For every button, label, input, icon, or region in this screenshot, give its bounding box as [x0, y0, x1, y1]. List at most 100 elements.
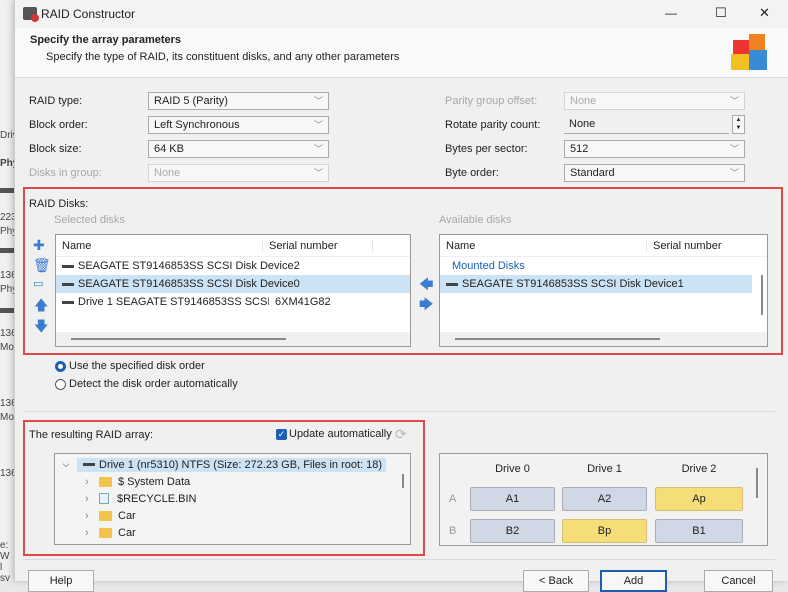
bg-text: Phys — [0, 158, 14, 169]
disk-icon — [446, 282, 458, 286]
radio-specified-order[interactable]: Use the specified disk order — [55, 360, 205, 372]
list-item[interactable]: SEAGATE ST9146853SS SCSI Disk Device2 — [56, 257, 410, 275]
tree-item-label: $ System Data — [118, 475, 191, 488]
chevron-down-icon: ﹀ — [313, 144, 323, 154]
bg-text: 136 — [0, 270, 14, 281]
parity-group-offset-select[interactable]: None ﹀ — [564, 92, 745, 110]
chevron-down-icon[interactable]: ⌵ — [55, 459, 77, 470]
horizontal-scrollbar[interactable] — [440, 332, 767, 346]
chevron-right-icon[interactable]: › — [85, 493, 99, 505]
add-button[interactable]: Add — [600, 570, 667, 592]
folder-icon — [99, 527, 112, 538]
window-title: RAID Constructor — [41, 7, 136, 21]
group-mounted-disks: Mounted Disks — [452, 260, 525, 272]
help-button[interactable]: Help — [28, 570, 94, 592]
divider — [23, 559, 775, 560]
close-button[interactable]: ✕ — [759, 5, 770, 21]
minimize-button[interactable]: — — [665, 6, 677, 20]
checkbox-label: Update automatically — [289, 428, 392, 440]
block-order-select[interactable]: Left Synchronous ﹀ — [148, 116, 329, 134]
list-item[interactable]: SEAGATE ST9146853SS SCSI Disk Device0 — [56, 275, 410, 293]
selected-disks-list[interactable]: Name Serial number SEAGATE ST9146853SS S… — [55, 234, 411, 347]
back-button[interactable]: < Back — [523, 570, 589, 592]
refresh-icon[interactable]: ⟳ — [395, 426, 407, 443]
block-cell: B1 — [655, 519, 743, 543]
bytes-per-sector-select[interactable]: 512 ﹀ — [564, 140, 745, 158]
rotate-parity-count-input[interactable]: None — [564, 116, 729, 134]
radio-unchecked-icon — [55, 378, 66, 390]
bytes-per-sector-value: 512 — [570, 143, 589, 155]
tree-item[interactable]: › $RECYCLE.BIN — [55, 490, 410, 507]
chevron-down-icon: ﹀ — [729, 168, 739, 178]
block-size-select[interactable]: 64 KB ﹀ — [148, 140, 329, 158]
cancel-button[interactable]: Cancel — [704, 570, 773, 592]
raid-layout-grid: Drive 0 Drive 1 Drive 2 A A1 A2 Ap B B2 … — [439, 453, 768, 546]
chevron-right-icon[interactable]: › — [85, 527, 99, 539]
parity-group-offset-value: None — [570, 95, 597, 107]
bg-text: 223 — [0, 212, 14, 223]
bg-text: Mo — [0, 342, 14, 353]
recycle-bin-icon — [99, 493, 109, 504]
block-cell: A1 — [470, 487, 555, 511]
column-serial[interactable]: Serial number — [647, 240, 721, 252]
move-right-icon[interactable]: 🡆 — [419, 294, 433, 318]
disk-name: SEAGATE ST9146853SS SCSI Disk Device1 — [462, 278, 684, 290]
rotate-parity-count-label: Rotate parity count: — [445, 119, 541, 131]
disks-in-group-label: Disks in group: — [29, 167, 102, 179]
bg-text: e: W — [0, 540, 10, 562]
disk-serial: 6XM41G82 — [275, 296, 331, 308]
vertical-scrollbar[interactable] — [756, 468, 758, 498]
disk-icon — [83, 463, 95, 467]
tree-root[interactable]: ⌵ Drive 1 (nr5310) NTFS (Size: 272.23 GB,… — [55, 456, 410, 473]
folder-icon — [99, 510, 112, 521]
block-cell: A2 — [562, 487, 647, 511]
chevron-right-icon[interactable]: › — [85, 476, 99, 488]
rotate-parity-spinner[interactable]: ▲ ▼ — [732, 115, 745, 134]
chevron-right-icon[interactable]: › — [85, 510, 99, 522]
rotate-parity-count-value: None — [569, 118, 596, 130]
add-disk-icon[interactable]: ✚ — [33, 238, 45, 252]
vertical-scrollbar[interactable] — [402, 474, 404, 488]
row-label: A — [449, 493, 457, 505]
result-tree[interactable]: ⌵ Drive 1 (nr5310) NTFS (Size: 272.23 GB,… — [54, 453, 411, 545]
radio-label: Use the specified disk order — [69, 360, 205, 372]
list-item[interactable]: SEAGATE ST9146853SS SCSI Disk Device1 — [440, 275, 752, 293]
byte-order-select[interactable]: Standard ﹀ — [564, 164, 745, 182]
raid-type-label: RAID type: — [29, 95, 83, 107]
tree-item[interactable]: › Car — [55, 507, 410, 524]
update-automatically-checkbox[interactable]: ✓ Update automatically — [276, 428, 392, 440]
checkbox-checked-icon: ✓ — [276, 428, 287, 440]
replace-disk-icon[interactable]: ▭ — [33, 277, 43, 291]
parity-group-offset-label: Parity group offset: — [445, 95, 538, 107]
disks-in-group-select[interactable]: None ﹀ — [148, 164, 329, 182]
move-up-icon[interactable]: 🡅 — [34, 298, 48, 312]
folder-icon — [99, 476, 112, 487]
column-name[interactable]: Name — [440, 239, 647, 252]
background-app: Driv Phys 223 Phy 136 Phy 136 Mo 136 Mo … — [0, 0, 14, 581]
raid-type-select[interactable]: RAID 5 (Parity) ﹀ — [148, 92, 329, 110]
horizontal-scrollbar[interactable] — [56, 332, 410, 346]
radio-detect-order[interactable]: Detect the disk order automatically — [55, 378, 238, 390]
disk-icon — [62, 282, 74, 286]
maximize-button[interactable]: ☐ — [715, 5, 727, 21]
list-item[interactable]: Drive 1 SEAGATE ST9146853SS SCSI Dis... 6… — [56, 293, 410, 311]
tree-item[interactable]: › Car — [55, 524, 410, 541]
app-icon — [23, 7, 39, 22]
column-name[interactable]: Name — [56, 239, 263, 252]
chevron-down-icon: ﹀ — [729, 144, 739, 154]
list-header: Name Serial number — [56, 235, 410, 257]
column-serial[interactable]: Serial number — [263, 239, 373, 252]
bg-text: Phy — [0, 226, 14, 237]
bg-text: 136 — [0, 468, 14, 479]
available-disks-list[interactable]: Name Serial number Mounted Disks SEAGATE… — [439, 234, 768, 347]
tree-item-label: Car — [118, 509, 136, 522]
header-title: Specify the array parameters — [30, 34, 182, 46]
bg-disk-icon — [0, 248, 14, 253]
raid-type-value: RAID 5 (Parity) — [154, 95, 228, 107]
tree-item[interactable]: › $ System Data — [55, 473, 410, 490]
delete-icon[interactable]: 🗑 — [33, 258, 51, 272]
chevron-down-icon: ﹀ — [313, 96, 323, 106]
vertical-scrollbar[interactable] — [761, 275, 763, 315]
raid-constructor-dialog: RAID Constructor — ☐ ✕ Specify the array… — [14, 0, 788, 592]
move-down-icon[interactable]: 🡇 — [34, 319, 48, 333]
